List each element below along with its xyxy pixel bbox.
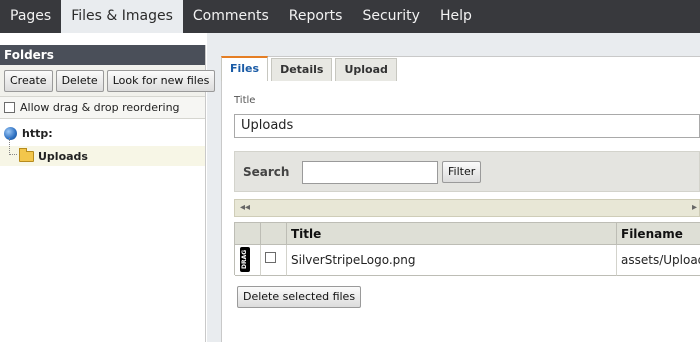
previous-page-icon[interactable]: ◂◂ <box>240 202 250 213</box>
row-select-checkbox[interactable] <box>265 252 276 263</box>
sidebar-toolbar: Create Delete Look for new files <box>0 65 216 97</box>
nav-tab-comments[interactable]: Comments <box>183 0 279 33</box>
next-page-icon[interactable]: ▸ <box>692 202 697 213</box>
drag-drop-option: Allow drag & drop reordering <box>0 97 205 119</box>
folders-sidebar: Folders Create Delete Look for new files… <box>0 45 216 342</box>
nav-tab-help[interactable]: Help <box>430 0 482 33</box>
folder-icon <box>19 147 34 162</box>
tree-root-label: http: <box>22 127 53 140</box>
delete-button[interactable]: Delete <box>55 69 104 92</box>
table-row-title[interactable]: SilverStripeLogo.png <box>287 245 617 276</box>
search-label: Search <box>243 165 290 179</box>
select-column-header <box>261 223 287 245</box>
tree-item-label: Uploads <box>38 149 88 163</box>
tree-connector <box>9 138 17 155</box>
tab-files[interactable]: Files <box>221 56 269 81</box>
title-field-label: Title <box>234 95 256 106</box>
search-input[interactable] <box>302 161 438 184</box>
drag-drop-checkbox[interactable] <box>4 102 15 113</box>
drag-column-header <box>235 223 261 245</box>
title-column-header[interactable]: Title <box>287 223 617 245</box>
tree-root[interactable]: http: <box>0 119 205 140</box>
content-tabs: Files Details Upload <box>221 56 397 81</box>
nav-tab-files-images[interactable]: Files & Images <box>61 0 183 33</box>
nav-tab-reports[interactable]: Reports <box>279 0 353 33</box>
filename-column-header[interactable]: Filename <box>617 223 700 245</box>
tab-details[interactable]: Details <box>271 58 333 81</box>
nav-tab-security[interactable]: Security <box>352 0 430 33</box>
look-for-new-files-button[interactable]: Look for new files <box>106 69 216 92</box>
create-button[interactable]: Create <box>4 69 53 92</box>
title-field[interactable]: Uploads <box>234 114 700 138</box>
tab-upload[interactable]: Upload <box>335 58 397 81</box>
table-row-filename: assets/Upload <box>617 245 700 276</box>
drag-handle[interactable]: DRAG <box>240 247 250 272</box>
grid-toolbar <box>234 199 700 217</box>
drag-drop-checkbox-label: Allow drag & drop reordering <box>20 101 180 114</box>
files-table: Title Filename SilverStripeLogo.png asse… <box>234 222 700 276</box>
delete-selected-files-button[interactable]: Delete selected files <box>237 286 362 308</box>
nav-tab-pages[interactable]: Pages <box>0 0 61 33</box>
top-nav: Pages Files & Images Comments Reports Se… <box>0 0 700 33</box>
filter-button[interactable]: Filter <box>442 161 482 183</box>
tree-item-uploads[interactable]: Uploads <box>0 138 205 166</box>
sidebar-title: Folders <box>0 45 205 65</box>
